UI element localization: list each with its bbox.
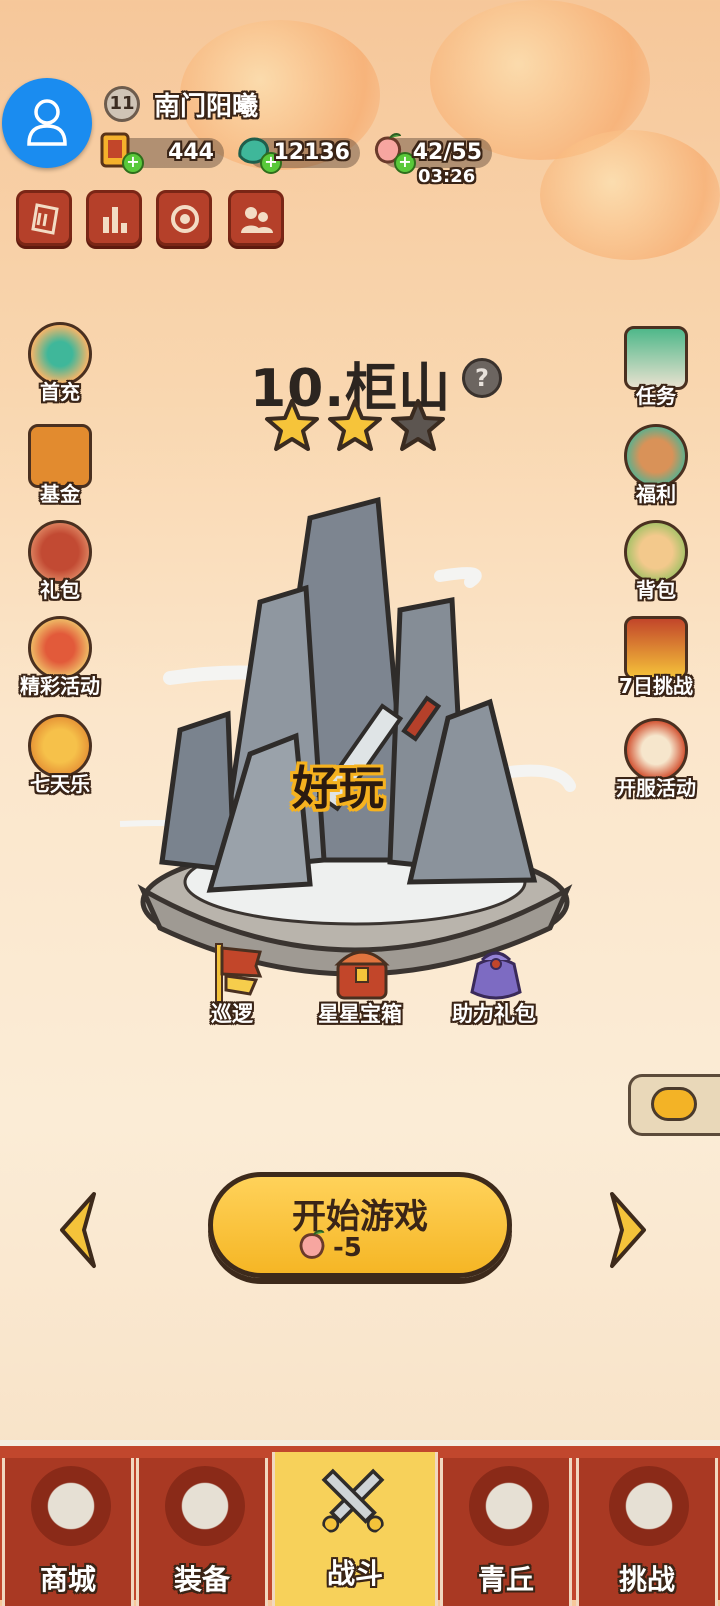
nav-label: 装备 — [173, 1563, 230, 1596]
battle-icon — [321, 1468, 385, 1533]
jade-resource[interactable]: + 12136 — [238, 137, 360, 174]
left-menu-seven-day[interactable]: 七天乐 — [10, 714, 110, 810]
star-chest-button[interactable]: 星星宝箱 — [300, 940, 420, 1040]
jade-count: 12136 — [273, 140, 350, 165]
patrol-flag-icon — [215, 943, 263, 1003]
challenge-icon — [609, 1466, 689, 1546]
next-stage-arrow[interactable] — [604, 1190, 652, 1274]
settings-button[interactable] — [156, 190, 212, 246]
add-icon[interactable]: + — [122, 152, 144, 174]
chevron-left-icon — [60, 1192, 96, 1268]
scroll-resource[interactable]: + 444 — [100, 132, 224, 174]
start-game-button[interactable]: 开始游戏 -5 — [208, 1172, 512, 1278]
chat-bubble-icon — [651, 1087, 697, 1121]
left-menu-first-charge[interactable]: 首充 — [10, 322, 110, 418]
support-gift-icon — [470, 951, 522, 1000]
right-menu-label: 背包 — [636, 578, 676, 602]
star-chest-icon — [334, 950, 390, 1000]
left-menu-label: 七天乐 — [30, 772, 90, 796]
shop-icon — [31, 1466, 111, 1546]
chevron-right-icon — [610, 1192, 646, 1268]
left-menu-label: 精彩活动 — [20, 674, 100, 698]
player-name: 南门阳曦 — [154, 92, 259, 122]
ticket-button[interactable] — [16, 190, 72, 246]
support-gift-button[interactable]: 助力礼包 — [434, 940, 554, 1040]
right-menu-label: 任务 — [636, 384, 676, 408]
reward-label: 星星宝箱 — [318, 1002, 402, 1026]
stamina-resource[interactable]: + 42/55 — [374, 133, 492, 174]
right-menu-label: 开服活动 — [616, 776, 696, 800]
right-menu-server-event[interactable]: 开服活动 — [596, 718, 716, 814]
stage-stars — [264, 398, 448, 456]
previous-stage-arrow[interactable] — [54, 1190, 102, 1274]
player-level-badge: 11 — [104, 86, 140, 122]
right-menu-task[interactable]: 任务 — [606, 326, 706, 422]
stamina-cost: -5 — [333, 1233, 362, 1263]
star-empty-icon — [391, 399, 446, 451]
start-game-label: 开始游戏 — [292, 1197, 428, 1237]
help-icon[interactable]: ? — [462, 358, 502, 398]
nav-label: 挑战 — [618, 1563, 675, 1596]
friends-icon — [241, 207, 273, 233]
peach-icon — [299, 1229, 325, 1259]
patrol-button[interactable]: 巡逻 — [172, 940, 292, 1040]
left-menu-label: 礼包 — [40, 578, 80, 602]
friends-button[interactable] — [228, 190, 284, 246]
stamina-count: 42/55 — [412, 140, 482, 165]
nav-tab-battle[interactable]: 战斗 — [272, 1452, 438, 1606]
left-menu-label: 首充 — [40, 380, 80, 404]
ticket-icon — [31, 203, 59, 235]
scroll-count: 444 — [168, 140, 214, 165]
ranking-button[interactable] — [86, 190, 142, 246]
nav-tab-equipment[interactable]: 装备 — [136, 1458, 268, 1606]
left-menu-label: 基金 — [40, 482, 80, 506]
chat-button[interactable] — [628, 1074, 720, 1136]
stage-overlay-text: 好玩 — [292, 761, 384, 815]
nav-tab-challenge[interactable]: 挑战 — [576, 1458, 718, 1606]
qingqiu-icon — [469, 1466, 549, 1546]
star-filled-icon — [328, 399, 383, 451]
left-menu-fund[interactable]: 基金 — [10, 424, 110, 520]
settings-icon — [171, 205, 199, 233]
background-lantern — [540, 130, 720, 260]
right-menu-seven-day-challenge[interactable]: 7日挑战 — [606, 616, 706, 712]
ranking-icon — [103, 207, 127, 233]
stamina-timer: 03:26 — [418, 166, 476, 187]
left-menu-activity[interactable]: 精彩活动 — [10, 616, 110, 712]
mountain-icon — [119, 496, 576, 977]
right-menu-label: 福利 — [636, 482, 676, 506]
right-menu-welfare[interactable]: 福利 — [606, 424, 706, 520]
nav-label: 青丘 — [477, 1563, 534, 1596]
right-menu-bag[interactable]: 背包 — [606, 520, 706, 616]
reward-label: 巡逻 — [211, 1002, 253, 1026]
reward-label: 助力礼包 — [452, 1002, 536, 1026]
nav-label: 战斗 — [326, 1557, 383, 1590]
user-icon — [27, 99, 67, 146]
nav-tab-shop[interactable]: 商城 — [2, 1458, 134, 1606]
left-menu-gift-pack[interactable]: 礼包 — [10, 520, 110, 616]
bottom-navigation: 商城 装备 战斗 青丘 挑战 — [0, 1440, 720, 1606]
right-menu-label: 7日挑战 — [619, 674, 693, 698]
nav-label: 商城 — [39, 1563, 96, 1596]
player-avatar[interactable] — [2, 78, 92, 168]
nav-tab-qingqiu[interactable]: 青丘 — [440, 1458, 572, 1606]
equipment-icon — [165, 1466, 245, 1546]
star-filled-icon — [265, 399, 319, 451]
